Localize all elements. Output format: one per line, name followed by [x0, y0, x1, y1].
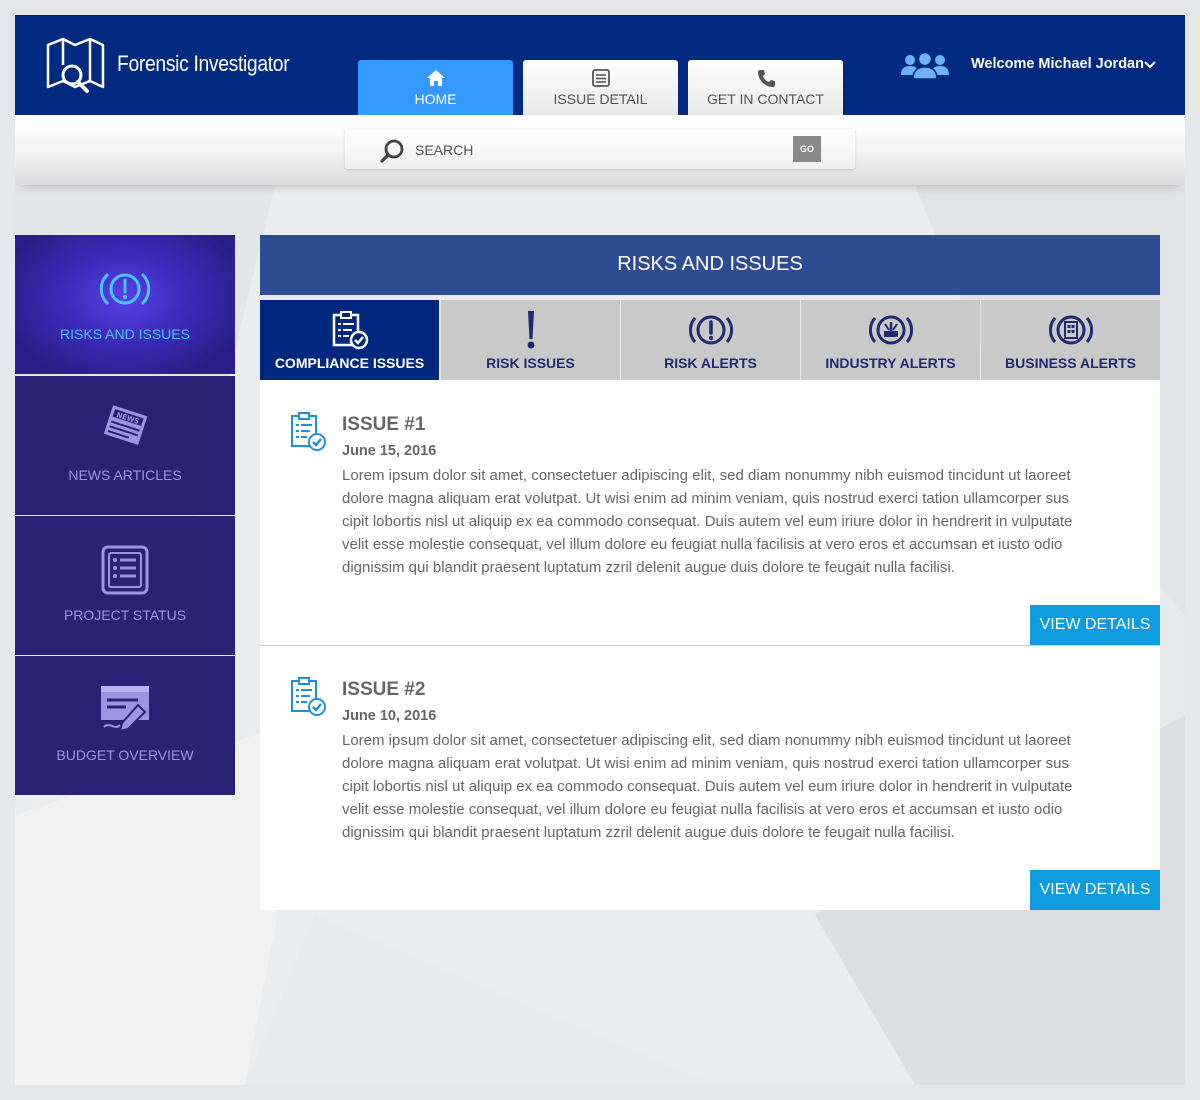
app-frame: Forensic Investigator HOME ISSUE DETAIL …: [15, 15, 1185, 1085]
issue-body-line: dolore magna aliquam erat volutpat. Ut w…: [342, 755, 1069, 772]
sidebar-item-label: BUDGET OVERVIEW: [56, 747, 194, 763]
view-details-button[interactable]: VIEW DETAILS: [1030, 870, 1160, 910]
tab-home-label: HOME: [414, 91, 457, 107]
tab-issue-detail[interactable]: ISSUE DETAIL: [523, 60, 678, 115]
issue-body: Lorem ipsum dolor sit amet, consectetuer…: [342, 464, 1132, 579]
issue-title: ISSUE #2: [342, 679, 426, 700]
tab-label: COMPLIANCE ISSUES: [274, 355, 425, 371]
tab-business-alerts[interactable]: BUSINESS ALERTS: [981, 300, 1160, 380]
newspaper-icon: NEWS: [103, 405, 148, 445]
tab-home[interactable]: HOME: [358, 60, 513, 115]
issue-date: June 10, 2016: [342, 708, 437, 724]
chevron-down-icon[interactable]: [1144, 60, 1156, 70]
sidebar: RISKS AND ISSUES NEWS NEWS ARTICLES PROJ…: [15, 235, 235, 796]
category-tabs: COMPLIANCE ISSUES RISK ISSUES RISK ALERT…: [260, 300, 1160, 380]
issue-body-line: Lorem ipsum dolor sit amet, consectetuer…: [342, 467, 1071, 484]
tab-get-in-contact[interactable]: GET IN CONTACT: [688, 60, 843, 115]
home-icon: [426, 70, 445, 86]
issue-card: ISSUE #1 June 15, 2016 Lorem ipsum dolor…: [260, 380, 1160, 645]
issue-body-line: Lorem ipsum dolor sit amet, consectetuer…: [342, 732, 1071, 749]
search-band: GO: [15, 115, 1185, 185]
tab-issue-detail-label: ISSUE DETAIL: [553, 91, 648, 107]
page-title: RISKS AND ISSUES: [260, 235, 1160, 295]
sidebar-item-label: RISKS AND ISSUES: [60, 326, 190, 342]
tab-risk-alerts[interactable]: RISK ALERTS: [621, 300, 800, 380]
signature-doc-icon: [101, 686, 149, 733]
tab-label: INDUSTRY ALERTS: [825, 355, 956, 371]
header: Forensic Investigator HOME ISSUE DETAIL …: [15, 15, 1185, 115]
tab-label: RISK ALERTS: [664, 355, 757, 371]
issue-card: ISSUE #2 June 10, 2016 Lorem ipsum dolor…: [260, 645, 1160, 910]
issue-body-line: velit esse molestie consequat, vel illum…: [342, 801, 1063, 818]
sidebar-item-news-articles[interactable]: NEWS NEWS ARTICLES: [15, 376, 235, 515]
list-icon: [591, 69, 610, 87]
issue-body-line: cipit lobortis nisl ut aliquip ex ea com…: [342, 778, 1073, 795]
issue-body: Lorem ipsum dolor sit amet, consectetuer…: [342, 729, 1132, 844]
welcome-user[interactable]: Welcome Michael Jordan: [971, 56, 1144, 72]
issue-body-line: dignissim qui blandit praesent luptatum …: [342, 824, 955, 841]
tab-label: BUSINESS ALERTS: [1005, 355, 1136, 371]
issue-list: ISSUE #1 June 15, 2016 Lorem ipsum dolor…: [260, 380, 1160, 910]
industry-icon: [868, 315, 913, 345]
map-search-icon: [46, 37, 105, 93]
issue-body-line: cipit lobortis nisl ut aliquip ex ea com…: [342, 513, 1073, 530]
building-icon: [1048, 315, 1093, 345]
issue-title: ISSUE #1: [342, 414, 426, 435]
sidebar-item-project-status[interactable]: PROJECT STATUS: [15, 516, 235, 655]
tab-risk-issues[interactable]: RISK ISSUES: [441, 300, 620, 380]
tab-get-in-contact-label: GET IN CONTACT: [707, 91, 824, 107]
sidebar-item-label: PROJECT STATUS: [63, 607, 187, 623]
tab-label: RISK ISSUES: [486, 355, 575, 371]
view-details-button[interactable]: VIEW DETAILS: [1030, 605, 1160, 645]
exclamation-icon: [527, 311, 534, 349]
go-button[interactable]: GO: [793, 136, 821, 162]
search-input[interactable]: [415, 139, 785, 161]
clipboard-check-icon: [291, 412, 326, 451]
sidebar-item-label: NEWS ARTICLES: [68, 467, 182, 483]
issue-body-line: dolore magna aliquam erat volutpat. Ut w…: [342, 490, 1069, 507]
issue-body-line: dignissim qui blandit praesent luptatum …: [342, 559, 955, 576]
alert-circle-icon: [688, 315, 733, 345]
search-box: GO: [345, 129, 855, 169]
tab-compliance-issues[interactable]: COMPLIANCE ISSUES: [260, 300, 439, 380]
users-icon: [901, 51, 949, 80]
brand-name: Forensic Investigator: [117, 51, 290, 76]
issue-date: June 15, 2016: [342, 443, 437, 459]
clipboard-check-icon: [332, 311, 368, 350]
issue-body-line: velit esse molestie consequat, vel illum…: [342, 536, 1063, 553]
sidebar-item-budget-overview[interactable]: BUDGET OVERVIEW: [15, 656, 235, 795]
search-icon: [380, 139, 404, 163]
phone-icon: [757, 70, 775, 87]
tab-industry-alerts[interactable]: INDUSTRY ALERTS: [801, 300, 980, 380]
list-doc-icon: [101, 545, 149, 595]
alert-circle-icon: [99, 273, 151, 305]
sidebar-item-risks-and-issues[interactable]: RISKS AND ISSUES: [15, 235, 235, 374]
clipboard-check-icon: [291, 677, 326, 716]
